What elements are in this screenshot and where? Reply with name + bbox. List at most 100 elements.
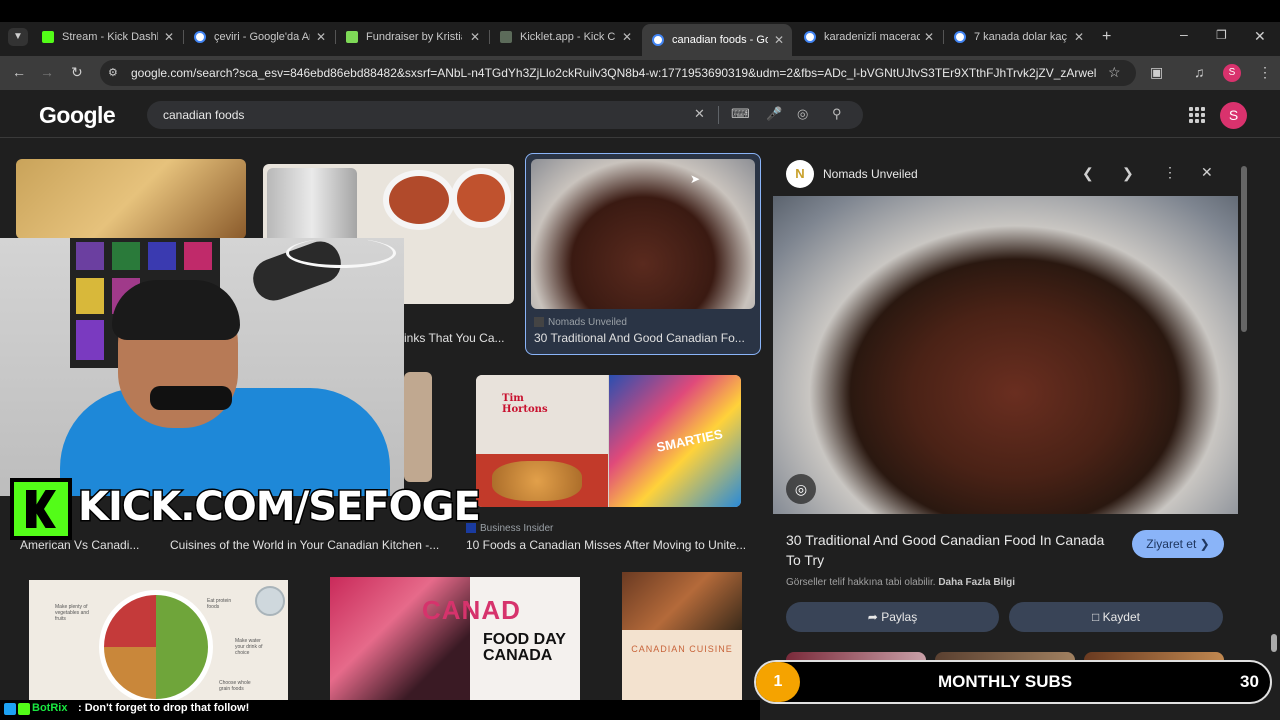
search-icon[interactable]: ⚲	[832, 106, 842, 122]
save-button[interactable]: □ Kaydet	[1009, 602, 1223, 632]
source-name: Nomads Unveiled	[548, 317, 627, 328]
account-initial: S	[1228, 107, 1239, 123]
water-glass-image	[255, 586, 285, 616]
window-close-icon[interactable]: ✕	[1254, 28, 1266, 45]
subs-current-count: 1	[756, 662, 800, 702]
poster	[184, 242, 212, 270]
lens-icon[interactable]: ◎	[797, 106, 808, 122]
more-info-link[interactable]: Daha Fazla Bilgi	[938, 577, 1015, 588]
plate-guide-text: Make plenty of vegetables and fruits	[55, 604, 89, 622]
source-name: Business Insider	[480, 523, 554, 534]
canadian-cuisine-title: CANADIAN CUISINE	[631, 644, 733, 654]
close-icon[interactable]: ✕	[316, 30, 326, 44]
google-account-avatar[interactable]: S	[1220, 102, 1247, 129]
keyboard-icon[interactable]: ⌨	[731, 106, 750, 122]
food-day-title: CANADA	[483, 647, 553, 664]
tab-label: canadian foods - Goo	[672, 34, 768, 46]
close-icon[interactable]: ✕	[1074, 30, 1084, 44]
google-apps-icon[interactable]	[1189, 107, 1205, 123]
result-image-mac-cheese[interactable]	[16, 159, 246, 239]
close-panel-icon[interactable]: ✕	[1201, 164, 1213, 181]
search-input[interactable]: canadian foods	[163, 108, 244, 122]
google-favicon-icon	[652, 34, 664, 46]
google-favicon-icon	[954, 31, 966, 43]
restore-icon[interactable]: ❐	[1216, 28, 1227, 42]
cuisine-photo	[622, 572, 742, 630]
tab-label: Fundraiser by Kristian	[366, 31, 462, 43]
visit-button[interactable]: Ziyaret et ❯	[1132, 530, 1224, 558]
divider	[718, 106, 719, 124]
google-favicon-icon	[804, 31, 816, 43]
profile-avatar[interactable]: S	[1223, 64, 1241, 82]
panel-scrollbar[interactable]	[1241, 166, 1247, 332]
kicklet-favicon-icon	[500, 31, 512, 43]
forward-icon[interactable]: →	[40, 64, 54, 80]
source-logo[interactable]: N	[786, 160, 814, 188]
close-icon[interactable]: ✕	[924, 30, 934, 44]
media-controls-icon[interactable]: ♫	[1194, 64, 1205, 80]
tab-search-icon[interactable]: ▼	[8, 28, 28, 46]
plate-guide-text: Choose whole grain foods	[219, 680, 251, 692]
save-label: Kaydet	[1102, 610, 1140, 624]
extensions-icon[interactable]: ▣	[1150, 64, 1163, 81]
tab-karadenizli[interactable]: karadenizli maceracı ✕	[794, 26, 942, 48]
page-scrollbar[interactable]	[1271, 634, 1277, 652]
next-icon[interactable]: ❯	[1122, 165, 1134, 182]
tab-kick-dashboard[interactable]: Stream - Kick Dashbo ✕	[32, 26, 182, 48]
result-title[interactable]: 10 Foods a Canadian Misses After Moving …	[466, 538, 756, 552]
tab-label: Stream - Kick Dashbo	[62, 31, 158, 43]
tab-ceviri[interactable]: çeviri - Google'da Ar ✕	[184, 26, 334, 48]
panel-preview-image[interactable]	[773, 196, 1238, 514]
back-icon[interactable]: ←	[12, 64, 26, 80]
google-logo[interactable]: Google	[39, 102, 116, 129]
result-image-food-guide-plate[interactable]: Make plenty of vegetables and fruits Eat…	[29, 580, 288, 700]
result-title[interactable]: 30 Traditional And Good Canadian Fo...	[534, 331, 754, 345]
poster	[112, 242, 140, 270]
panel-title[interactable]: 30 Traditional And Good Canadian Food In…	[786, 530, 1106, 570]
tab-label: çeviri - Google'da Ar	[214, 31, 310, 43]
result-image-canadian-cuisine[interactable]: CANADIAN CUISINE	[622, 572, 742, 700]
bookmark-star-icon[interactable]: ☆	[1108, 64, 1121, 81]
share-button[interactable]: ➦ Paylaş	[786, 602, 999, 632]
panel-source-name[interactable]: Nomads Unveiled	[823, 167, 918, 181]
bean-bowl-image	[451, 168, 511, 228]
browser-menu-icon[interactable]: ⋮	[1258, 64, 1272, 81]
lens-search-icon[interactable]: ◎	[786, 474, 816, 504]
close-icon[interactable]: ✕	[470, 30, 480, 44]
minimize-icon[interactable]: –	[1180, 26, 1188, 42]
tab-label: 7 kanada dolar kaç tl	[974, 31, 1070, 43]
close-icon[interactable]: ✕	[774, 33, 784, 47]
url-text[interactable]: google.com/search?sca_esv=846ebd86ebd884…	[131, 66, 1096, 80]
tab-kanada-dolar[interactable]: 7 kanada dolar kaç tl ✕	[944, 26, 1092, 48]
poster	[76, 320, 104, 360]
search-box[interactable]	[147, 101, 863, 129]
plate-image	[99, 590, 213, 700]
webcam-overlay	[0, 238, 404, 496]
tab-kicklet[interactable]: Kicklet.app - Kick Ch ✕	[490, 26, 640, 48]
previous-icon[interactable]: ❮	[1082, 165, 1094, 182]
reload-icon[interactable]: ↻	[71, 64, 83, 81]
result-image-tim-hortons[interactable]: Tim Hortons SMARTIES	[476, 375, 741, 507]
share-label: Paylaş	[881, 610, 918, 624]
poster	[76, 242, 104, 270]
tab-canadian-foods[interactable]: canadian foods - Goo ✕	[642, 24, 792, 56]
bot-message: : Don't forget to drop that follow!	[78, 702, 250, 714]
result-source[interactable]: Nomads Unveiled	[534, 317, 627, 328]
tab-fundraiser[interactable]: Fundraiser by Kristian ✕	[336, 26, 488, 48]
more-options-icon[interactable]: ⋮	[1163, 164, 1177, 181]
site-info-icon[interactable]: ⚙	[108, 66, 118, 79]
result-image-food-day-canada[interactable]: CANAD FOOD DAY CANADA	[330, 577, 580, 700]
close-icon[interactable]: ✕	[622, 30, 632, 44]
profile-initial: S	[1228, 67, 1236, 78]
new-tab-icon[interactable]: +	[1102, 28, 1111, 46]
tab-label: karadenizli maceracı	[824, 31, 920, 43]
copyright-notice: Görseller telif hakkına tabi olabilir. D…	[786, 577, 1015, 588]
result-image-brisket[interactable]	[531, 159, 755, 309]
kick-channel-url: KICK.COM/SEFOGE	[77, 483, 483, 532]
tim-hortons-logo: Tim Hortons	[502, 393, 548, 415]
result-image-partial[interactable]	[404, 372, 432, 482]
result-title[interactable]: inks That You Ca...	[404, 331, 514, 345]
close-icon[interactable]: ✕	[164, 30, 174, 44]
microphone-icon[interactable]: 🎤	[766, 106, 782, 122]
clear-search-icon[interactable]: ✕	[694, 106, 705, 122]
